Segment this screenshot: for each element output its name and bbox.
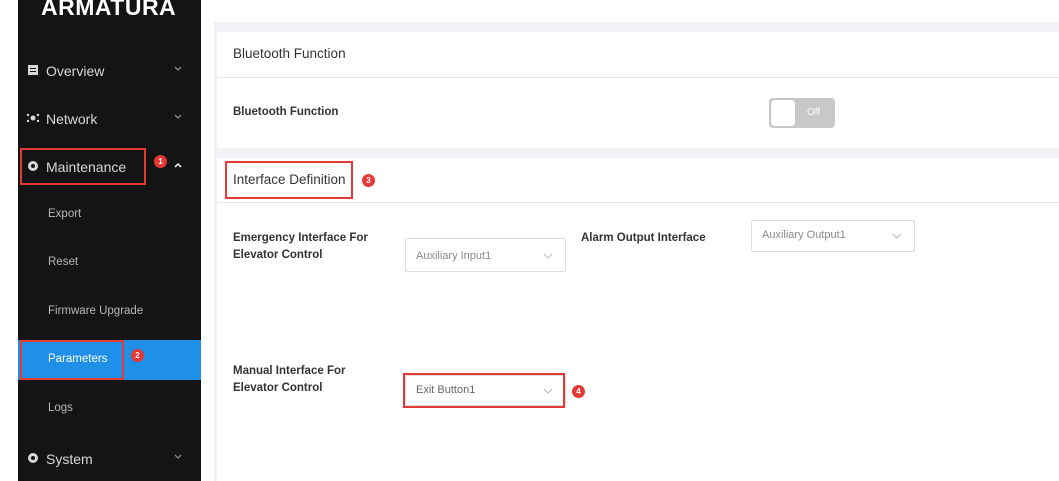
- sidebar-item-label: System: [46, 451, 93, 467]
- chevron-down-icon: [892, 233, 902, 239]
- chevron-down-icon: [543, 388, 553, 394]
- document-icon: [28, 65, 38, 75]
- sidebar-subitem-firmware-upgrade[interactable]: Firmware Upgrade: [18, 292, 201, 332]
- bluetooth-card: Bluetooth Function Bluetooth Function: [217, 32, 1059, 148]
- alarm-output-select[interactable]: Auxiliary Output1: [751, 220, 915, 252]
- selected-value: Exit Button1: [416, 384, 476, 396]
- sidebar-subitem-reset[interactable]: Reset: [18, 243, 201, 283]
- alarm-output-label: Alarm Output Interface: [581, 232, 706, 244]
- sidebar-subitem-label: Reset: [48, 256, 79, 268]
- section-title: Bluetooth Function: [233, 46, 346, 61]
- sidebar-subitem-label: Export: [48, 208, 82, 220]
- divider: [217, 202, 1059, 203]
- brand-logo: ARMATURA: [41, 0, 177, 20]
- sidebar-item-label: Network: [46, 111, 98, 127]
- emergency-interface-label: Emergency Interface For Elevator Control: [233, 232, 368, 261]
- toggle-knob: [771, 100, 795, 126]
- sidebar-item-label: Overview: [46, 63, 105, 79]
- gear-icon: [28, 453, 38, 463]
- sidebar-item-label: Maintenance: [46, 159, 127, 175]
- manual-interface-label: Manual Interface For Elevator Control: [233, 365, 346, 394]
- annotation-badge: 3: [362, 174, 375, 187]
- bluetooth-label: Bluetooth Function: [233, 106, 339, 118]
- chevron-down-icon: [174, 66, 182, 71]
- section-title: Interface Definition: [233, 172, 346, 187]
- annotation-badge: 4: [572, 385, 585, 398]
- selected-value: Auxiliary Input1: [416, 250, 492, 262]
- left-edge: [0, 0, 18, 481]
- emergency-interface-select[interactable]: Auxiliary Input1: [405, 238, 566, 272]
- annotation-badge: 1: [154, 155, 167, 168]
- sidebar-item-system[interactable]: System: [18, 440, 201, 476]
- annotation-badge: 2: [131, 349, 144, 362]
- selected-value: Auxiliary Output1: [762, 229, 846, 241]
- network-icon: [26, 113, 40, 123]
- chevron-down-icon: [174, 454, 182, 459]
- sidebar-subitem-label: Parameters: [48, 353, 108, 365]
- chevron-down-icon: [543, 253, 553, 259]
- interface-definition-card: Interface Definition Emergency Interface…: [217, 158, 1059, 481]
- sidebar-subitem-label: Firmware Upgrade: [48, 305, 144, 317]
- top-card-strip: [214, 0, 1059, 22]
- maintenance-icon: [28, 161, 38, 171]
- sidebar-subitem-label: Logs: [48, 402, 73, 414]
- sidebar-item-overview[interactable]: Overview: [18, 52, 201, 88]
- sidebar-subitem-export[interactable]: Export: [18, 195, 201, 235]
- bluetooth-toggle[interactable]: Off: [769, 98, 835, 128]
- main-content: Bluetooth Function Bluetooth Function Of…: [214, 0, 1059, 481]
- chevron-up-icon: [174, 162, 182, 168]
- chevron-down-icon: [174, 114, 182, 119]
- sidebar-subitem-logs[interactable]: Logs: [18, 389, 201, 429]
- toggle-state-label: Off: [807, 107, 821, 118]
- sidebar-item-maintenance[interactable]: Maintenance: [18, 148, 201, 184]
- manual-interface-select[interactable]: Exit Button1: [405, 375, 566, 406]
- sidebar-subitem-parameters[interactable]: Parameters: [18, 340, 201, 380]
- sidebar-item-network[interactable]: Network: [18, 100, 201, 136]
- sidebar-gap: [201, 0, 214, 481]
- sidebar: ARMATURA Overview Network Maintenance Ex…: [18, 0, 201, 481]
- divider: [217, 77, 1059, 78]
